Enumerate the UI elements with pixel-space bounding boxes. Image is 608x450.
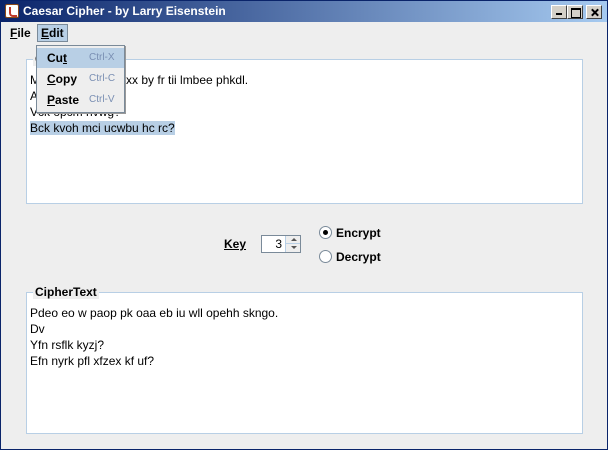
title-bar[interactable]: Caesar Cipher - by Larry Eisenstein — [1, 1, 607, 22]
menu-bar: File Edit — [1, 22, 607, 44]
encrypt-radio[interactable]: Encrypt — [319, 224, 381, 242]
window-title: Caesar Cipher - by Larry Eisenstein — [23, 4, 226, 18]
spinner-down-arrow-icon[interactable] — [285, 244, 300, 252]
close-button[interactable] — [586, 5, 602, 19]
menu-file[interactable]: File — [7, 24, 34, 42]
decrypt-label: Decrypt — [336, 250, 381, 264]
key-label: Key — [224, 237, 247, 251]
java-cup-icon[interactable] — [5, 4, 19, 18]
ciphertext-line: Dv — [30, 322, 45, 336]
key-spinner[interactable]: 3 — [261, 235, 301, 253]
menu-item-cut-shortcut: Ctrl-X — [89, 52, 115, 63]
minimize-button[interactable] — [551, 5, 567, 19]
menu-item-copy-shortcut: Ctrl-C — [89, 73, 116, 84]
menu-item-paste-shortcut: Ctrl-V — [89, 94, 115, 105]
menu-edit-label: dit — [49, 26, 64, 40]
menu-edit[interactable]: Edit — [37, 24, 68, 42]
ciphertext-line: Efn nyrk pfl xfzex kf uf? — [30, 354, 155, 368]
plaintext-line-selected: Bck kvoh mci ucwbu hc rc? — [30, 121, 175, 135]
maximize-button[interactable] — [567, 5, 583, 19]
menu-item-copy[interactable]: Copy Ctrl-C — [37, 69, 124, 89]
menu-item-paste-label: Paste — [47, 93, 80, 107]
spinner-up-arrow-icon[interactable] — [285, 236, 300, 244]
decrypt-radio[interactable]: Decrypt — [319, 248, 381, 266]
ciphertext-panel: CipherText Pdeo eo w paop pk oaa eb iu w… — [26, 285, 583, 434]
menu-edit-mnemonic: E — [41, 26, 50, 40]
key-value[interactable]: 3 — [275, 237, 282, 251]
menu-item-paste[interactable]: Paste Ctrl-V — [37, 90, 124, 110]
edit-menu-dropdown: Cut Ctrl-X Copy Ctrl-C Paste Ctrl-V — [36, 45, 125, 113]
ciphertext-line: Yfn rsflk kyzj? — [30, 338, 105, 352]
encrypt-label: Encrypt — [336, 226, 381, 240]
menu-item-cut-label: Cut — [47, 51, 67, 65]
menu-item-copy-label: Copy — [47, 72, 78, 86]
ciphertext-panel-title: CipherText — [33, 285, 99, 299]
radio-selected-icon[interactable] — [319, 226, 332, 239]
menu-file-label: ile — [17, 26, 31, 40]
app-window: Caesar Cipher - by Larry Eisenstein File… — [0, 0, 608, 450]
menu-item-cut[interactable]: Cut Ctrl-X — [37, 48, 124, 68]
ciphertext-line: Pdeo eo w paop pk oaa eb iu wll opehh sk… — [30, 306, 279, 320]
radio-unselected-icon[interactable] — [319, 250, 332, 263]
ciphertext-textarea[interactable]: Pdeo eo w paop pk oaa eb iu wll opehh sk… — [30, 305, 579, 369]
